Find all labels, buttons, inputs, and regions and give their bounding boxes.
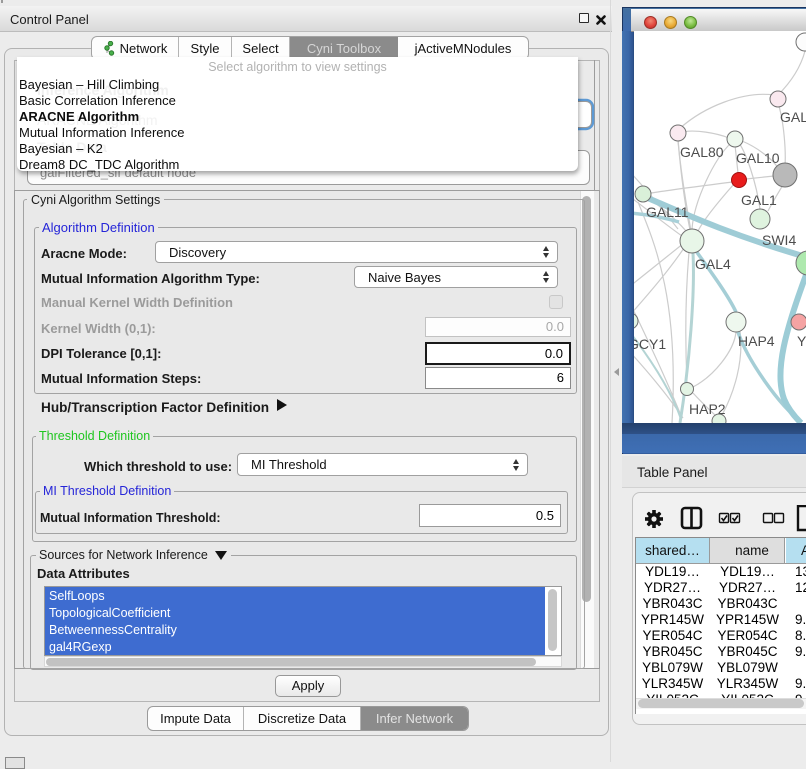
- svg-text:GAL1: GAL1: [741, 192, 777, 208]
- svg-text:GCY1: GCY1: [634, 336, 666, 352]
- svg-text:GAL10: GAL10: [736, 150, 780, 166]
- svg-text:GAL80: GAL80: [680, 144, 724, 160]
- svg-text:GAL4: GAL4: [695, 256, 731, 272]
- svg-text:HAP4: HAP4: [738, 333, 775, 349]
- svg-text:HAP2: HAP2: [689, 401, 726, 417]
- svg-text:GAL11: GAL11: [646, 204, 689, 220]
- svg-text:GAL: GAL: [780, 109, 806, 125]
- svg-text:SWI4: SWI4: [762, 232, 796, 248]
- svg-text:Y: Y: [797, 333, 806, 349]
